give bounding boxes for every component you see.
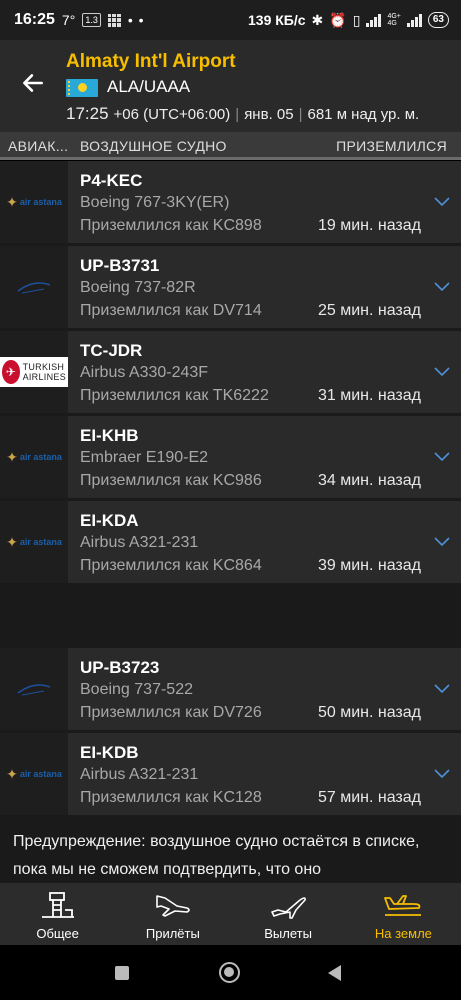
- plane-on-ground-icon: [384, 895, 422, 916]
- signal-icon-2: [406, 13, 422, 27]
- signal-icon: [366, 13, 382, 27]
- local-time: 17:25: [66, 104, 109, 123]
- chevron-down-icon[interactable]: [434, 367, 450, 377]
- back-button[interactable]: [328, 965, 341, 981]
- aircraft-model: Airbus A321-231: [80, 766, 199, 783]
- landed-as: Приземлился как KC128: [80, 789, 262, 806]
- airline-logo-scat: [0, 246, 68, 328]
- airline-logo-scat: [0, 648, 68, 730]
- landed-as: Приземлился как DV726: [80, 704, 262, 721]
- chevron-down-icon[interactable]: [434, 282, 450, 292]
- battery-icon: 63: [427, 12, 449, 28]
- landed-as: Приземлился как KC864: [80, 557, 262, 574]
- tab-departures-label: Вылеты: [264, 926, 312, 941]
- registration: UP-B3731: [80, 256, 160, 275]
- time-ago: 25 мин. назад: [317, 302, 421, 319]
- column-aircraft[interactable]: ВОЗДУШНОЕ СУДНО: [80, 138, 227, 154]
- flight-row[interactable]: ✈ TURKISH AIRLINES TC-JDR Airbus A330-243…: [0, 331, 461, 413]
- time-ago: 19 мин. назад: [317, 217, 421, 234]
- registration: TC-JDR: [80, 341, 143, 360]
- tab-general[interactable]: Общее: [0, 883, 115, 945]
- status-time: 16:25: [14, 11, 55, 28]
- status-dots: • •: [127, 12, 145, 28]
- bottom-nav: Общее Прилёты Вылеты На земле: [0, 883, 461, 945]
- column-headers: АВИАК... ВОЗДУШНОЕ СУДНО ПРИЗЕМЛИЛСЯ: [0, 132, 461, 160]
- landed-as: Приземлился как KC986: [80, 472, 262, 489]
- status-temperature: 7°: [61, 12, 76, 28]
- alarm-icon: ⏰: [329, 11, 347, 28]
- registration: EI-KDB: [80, 743, 139, 762]
- column-airline[interactable]: АВИАК...: [8, 138, 68, 154]
- time-ago: 50 мин. назад: [317, 704, 421, 721]
- flight-row[interactable]: ✦ air astana EI-KDA Airbus A321-231 Призе…: [0, 501, 461, 583]
- plane-arriving-icon: [156, 895, 190, 917]
- status-bar: 16:25 7° 1.3 • • 139 КБ/с ✱ ⏰ ▯ 4G+ 4G 63: [0, 0, 461, 40]
- aircraft-model: Boeing 737-522: [80, 681, 193, 698]
- landed-as: Приземлился как KC898: [80, 217, 262, 234]
- home-button[interactable]: [219, 962, 240, 983]
- recent-apps-button[interactable]: [115, 966, 129, 980]
- tab-general-label: Общее: [36, 926, 79, 941]
- time-ago: 34 мин. назад: [317, 472, 421, 489]
- time-ago: 39 мин. назад: [317, 557, 421, 574]
- time-ago: 57 мин. назад: [317, 789, 421, 806]
- time-ago: 31 мин. назад: [317, 387, 421, 404]
- aircraft-model: Airbus A330-243F: [80, 364, 209, 381]
- column-landed[interactable]: ПРИЗЕМЛИЛСЯ: [336, 138, 447, 154]
- chevron-down-icon[interactable]: [434, 197, 450, 207]
- timezone: +06 (UTC+06:00): [113, 105, 231, 123]
- column-divider: [0, 157, 461, 160]
- tab-arrivals-label: Прилёты: [145, 926, 200, 941]
- airline-logo-air-astana: ✦ air astana: [0, 161, 68, 243]
- system-nav-bar: [0, 945, 461, 1000]
- airline-logo-air-astana: ✦ air astana: [0, 733, 68, 815]
- tab-on-ground-label: На земле: [374, 926, 432, 941]
- bluetooth-icon: ✱: [311, 11, 324, 28]
- flight-row[interactable]: UP-B3723 Boeing 737-522 Приземлился как …: [0, 648, 461, 730]
- vibrate-icon: ▯: [352, 11, 361, 28]
- aircraft-model: Boeing 767-3KY(ER): [80, 194, 230, 211]
- registration: EI-KDA: [80, 511, 139, 530]
- landed-as: Приземлился как DV714: [80, 302, 262, 319]
- registration: EI-KHB: [80, 426, 139, 445]
- aircraft-model: Boeing 737-82R: [80, 279, 196, 296]
- airline-logo-turkish-airlines: ✈ TURKISH AIRLINES: [0, 331, 68, 413]
- chevron-down-icon[interactable]: [434, 684, 450, 694]
- flight-row[interactable]: ✦ air astana EI-KDB Airbus A321-231 Призе…: [0, 733, 461, 815]
- back-arrow-icon[interactable]: [20, 70, 46, 96]
- aircraft-model: Airbus A321-231: [80, 534, 199, 551]
- tab-on-ground[interactable]: На земле: [346, 883, 461, 945]
- flight-row[interactable]: ✦ air astana P4-KEC Boeing 767-3KY(ER) Пр…: [0, 161, 461, 243]
- flight-row[interactable]: ✦ air astana EI-KHB Embraer E190-E2 Призе…: [0, 416, 461, 498]
- status-box-icon: 1.3: [82, 13, 101, 27]
- landed-as: Приземлился как TK6222: [80, 387, 269, 404]
- airport-name: Almaty Int'l Airport: [66, 51, 236, 72]
- date: янв. 05: [244, 105, 294, 123]
- airport-tower-icon: [41, 892, 74, 918]
- registration: UP-B3723: [80, 658, 160, 677]
- chevron-down-icon[interactable]: [434, 537, 450, 547]
- elevation: 681 м над ур. м.: [307, 105, 420, 123]
- chevron-down-icon[interactable]: [434, 769, 450, 779]
- airline-logo-air-astana: ✦ air astana: [0, 501, 68, 583]
- aircraft-model: Embraer E190-E2: [80, 449, 209, 466]
- airport-info: 17:25 +06 (UTC+06:00) | янв. 05 | 681 м …: [66, 104, 420, 123]
- kazakhstan-flag-icon: [66, 79, 98, 97]
- network-type: 4G+ 4G: [387, 13, 401, 27]
- grid-icon: [107, 13, 121, 27]
- airport-header: Almaty Int'l Airport ALA/UAAA 17:25 +06 …: [0, 40, 461, 132]
- airport-codes: ALA/UAAA: [107, 77, 191, 96]
- flight-list[interactable]: ✦ air astana P4-KEC Boeing 767-3KY(ER) Пр…: [0, 161, 461, 883]
- tab-arrivals[interactable]: Прилёты: [115, 883, 230, 945]
- network-speed: 139 КБ/с: [248, 12, 306, 28]
- airline-logo-air-astana: ✦ air astana: [0, 416, 68, 498]
- warning-text: Предупреждение: воздушное судно остаётся…: [13, 833, 420, 878]
- plane-departing-icon: [271, 897, 307, 919]
- chevron-down-icon[interactable]: [434, 452, 450, 462]
- flight-row[interactable]: UP-B3731 Boeing 737-82R Приземлился как …: [0, 246, 461, 328]
- tab-departures[interactable]: Вылеты: [231, 883, 346, 945]
- registration: P4-KEC: [80, 171, 143, 190]
